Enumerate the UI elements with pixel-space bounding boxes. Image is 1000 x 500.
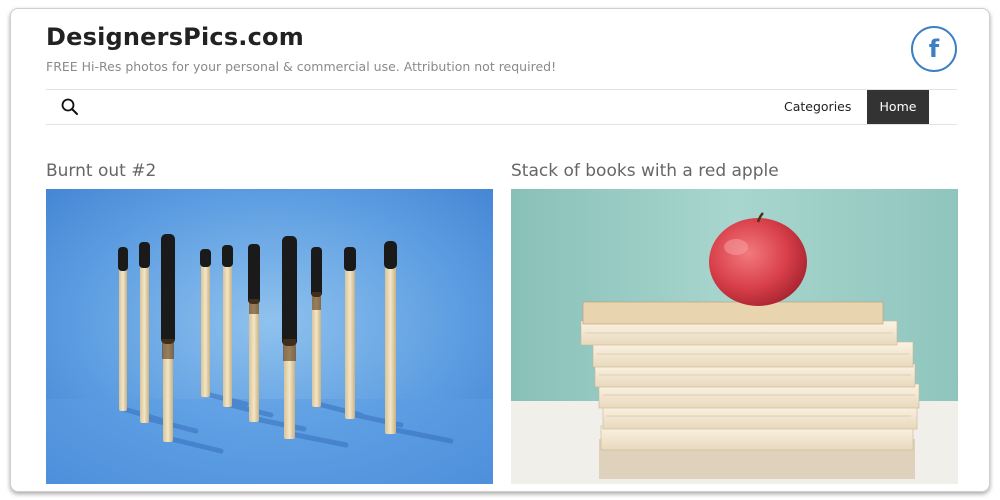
post-image-books-apple[interactable] [511,189,958,484]
post-title-books-apple[interactable]: Stack of books with a red apple [511,161,779,181]
post-title-burnt-out[interactable]: Burnt out #2 [46,161,156,181]
browser-frame: DesignersPics.com FREE Hi-Res photos for… [10,8,990,492]
nav-item-categories[interactable]: Categories [784,90,851,124]
site-tagline: FREE Hi-Res photos for your personal & c… [46,59,557,74]
search-icon[interactable] [60,97,80,117]
post-image-burnt-matches[interactable] [46,189,493,484]
main-navigation: Categories Home [46,89,957,125]
book-stack [580,301,920,479]
site-title[interactable]: DesignersPics.com [46,23,304,51]
nav-item-home[interactable]: Home [867,90,929,124]
facebook-icon[interactable]: f [911,26,957,72]
